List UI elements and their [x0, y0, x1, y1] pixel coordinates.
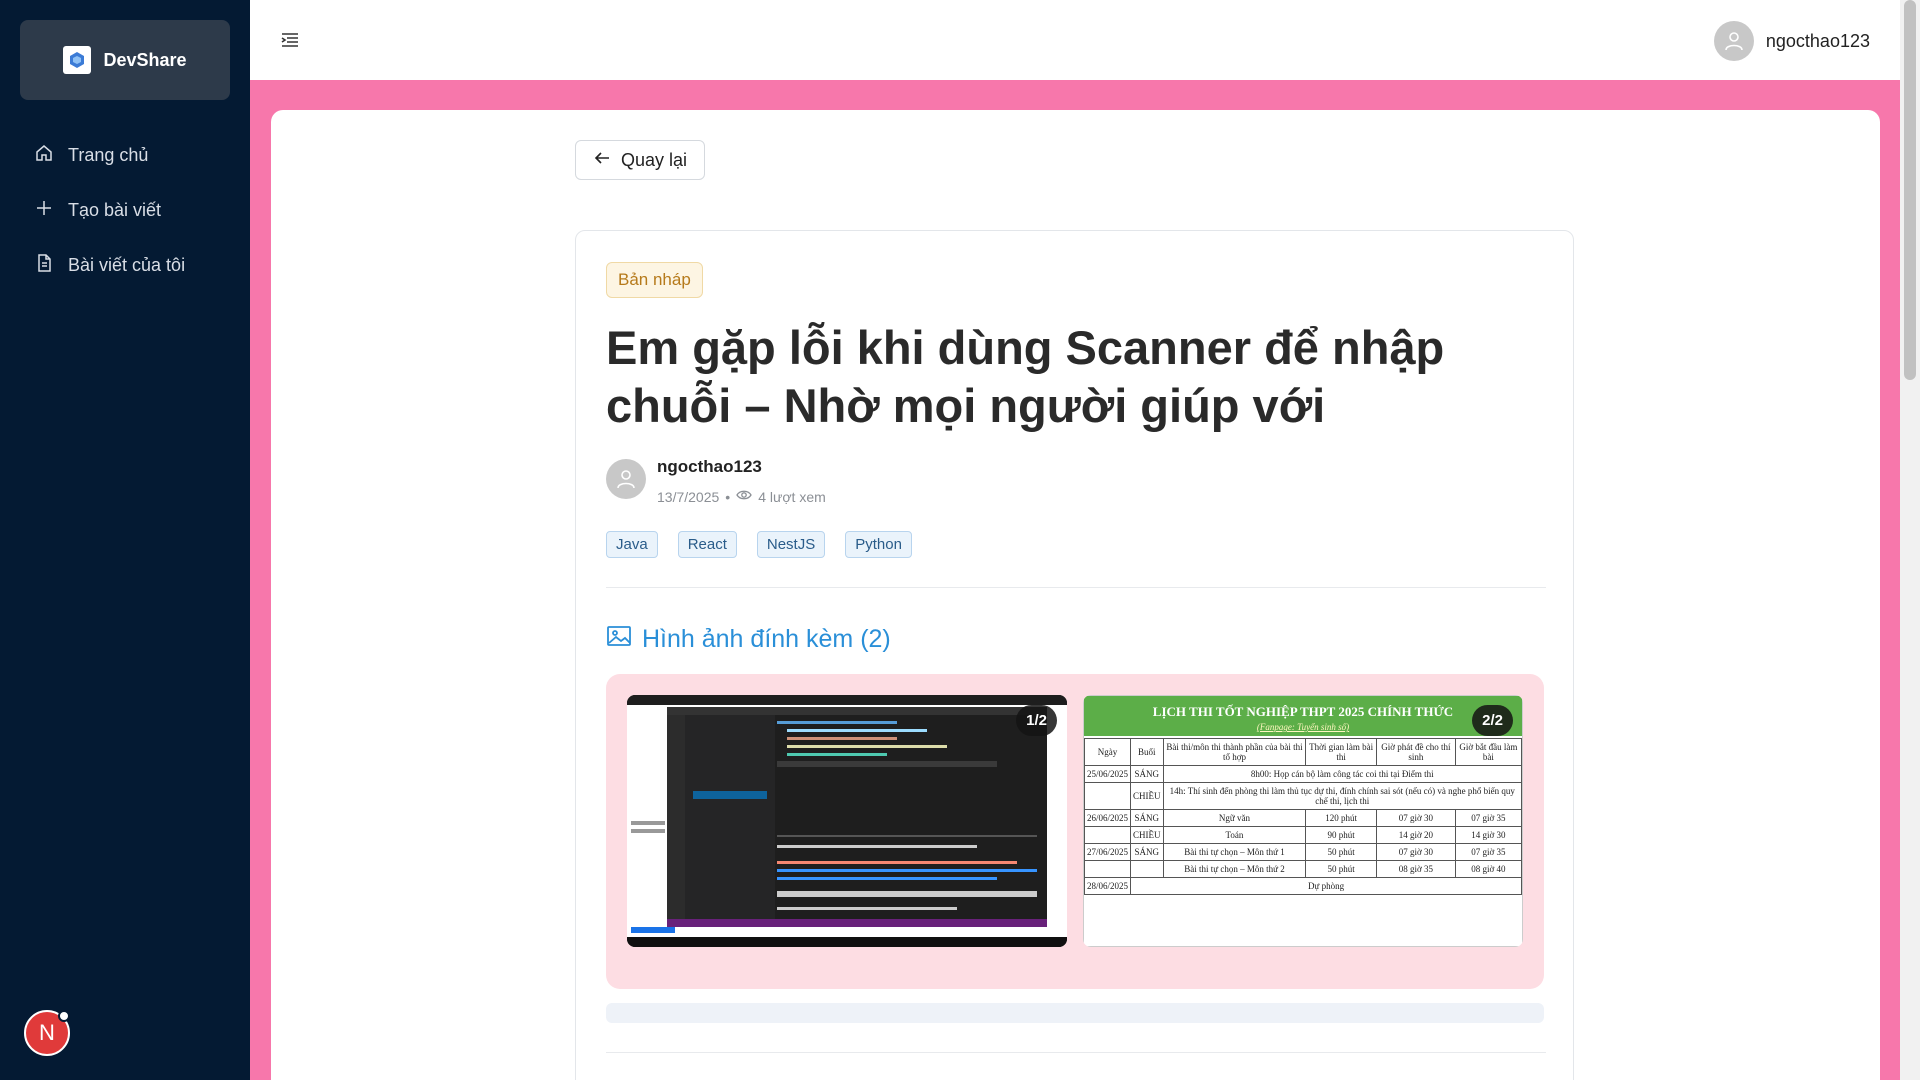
tag-react[interactable]: React — [677, 531, 737, 558]
sidebar-item-home[interactable]: Trang chủ — [0, 128, 250, 183]
status-badge: Bản nháp — [606, 262, 703, 298]
image-counter: 2/2 — [1472, 705, 1513, 736]
notification-dot — [58, 1010, 70, 1022]
tag-java[interactable]: Java — [606, 531, 658, 558]
post-meta: 13/7/2025 • 4 lượt xem — [657, 487, 826, 506]
header-user-menu[interactable]: ngocthao123 — [1713, 21, 1870, 61]
back-button[interactable]: Quay lại — [575, 140, 705, 180]
document-icon — [34, 253, 54, 278]
schedule-table: Ngày Buổi Bài thi/môn thi thành phần của… — [1083, 738, 1523, 895]
sidebar-item-create-post[interactable]: Tạo bài viết — [0, 183, 250, 238]
image-counter: 1/2 — [1016, 705, 1057, 736]
table-row: 27/06/2025 SÁNG Bài thi tự chọn – Môn th… — [1083, 843, 1523, 861]
brand-logo-link[interactable]: DevShare — [20, 20, 230, 100]
exam-schedule-image: LỊCH THI TỐT NGHIỆP THPT 2025 CHÍNH THỨC… — [1083, 695, 1523, 947]
back-button-label: Quay lại — [620, 149, 688, 170]
eye-icon — [736, 487, 752, 506]
user-avatar-button[interactable]: N — [24, 1010, 70, 1056]
home-icon — [34, 143, 54, 168]
sidebar-item-label: Trang chủ — [68, 145, 149, 165]
arrow-left-icon — [593, 149, 611, 172]
divider — [606, 587, 1546, 588]
table-row: Bài thi tự chọn – Môn thứ 2 50 phút 08 g… — [1083, 860, 1523, 878]
meta-separator: • — [725, 488, 731, 505]
avatar — [1713, 21, 1754, 61]
top-header: ngocthao123 — [250, 0, 1900, 80]
tag-nestjs[interactable]: NestJS — [756, 531, 826, 558]
sidebar-nav: Trang chủ Tạo bài viết Bài viết của tôi — [0, 128, 250, 293]
schedule-title: LỊCH THI TỐT NGHIỆP THPT 2025 CHÍNH THỨC… — [1084, 696, 1522, 736]
table-row: CHIỀU Toán 90 phút 14 giờ 20 14 giờ 30 — [1083, 826, 1523, 844]
table-row: CHIỀU 14h: Thí sinh đến phòng thi làm th… — [1083, 782, 1523, 810]
view-count: 4 lượt xem — [758, 488, 826, 505]
header-username: ngocthao123 — [1765, 30, 1870, 51]
schedule-subtitle: (Fanpage: Tuyển sinh số) — [1256, 722, 1350, 732]
image-icon — [606, 623, 632, 656]
content-placeholder-bar — [606, 1003, 1544, 1023]
table-row: 25/06/2025 SÁNG 8h00: Họp cán bộ làm côn… — [1083, 765, 1523, 783]
image-gallery: 1/2 LỊCH THI TỐT NGHIỆP THPT 2025 CHÍNH … — [606, 674, 1544, 989]
table-row: 26/06/2025 SÁNG Ngữ văn 120 phút 07 giờ … — [1083, 809, 1523, 827]
divider — [606, 1052, 1546, 1053]
table-row: Ngày Buổi Bài thi/môn thi thành phần của… — [1083, 738, 1523, 766]
attachments-heading: Hình ảnh đính kèm (2) — [606, 623, 891, 656]
sidebar-item-label: Bài viết của tôi — [68, 255, 186, 275]
menu-toggle-icon[interactable] — [280, 30, 300, 50]
sidebar: DevShare Trang chủ Tạo bài viết Bài viết… — [0, 0, 250, 1080]
tag-python[interactable]: Python — [845, 531, 912, 558]
attachments-heading-text: Hình ảnh đính kèm (2) — [642, 625, 891, 653]
attachment-image-1[interactable]: 1/2 — [627, 695, 1067, 947]
sidebar-item-my-posts[interactable]: Bài viết của tôi — [0, 238, 250, 293]
brand-logo-icon — [63, 46, 92, 74]
attachment-image-2[interactable]: LỊCH THI TỐT NGHIỆP THPT 2025 CHÍNH THỨC… — [1083, 695, 1523, 947]
tag-list: Java React NestJS Python — [606, 531, 912, 558]
post-date: 13/7/2025 — [657, 488, 720, 505]
sidebar-item-label: Tạo bài viết — [68, 200, 162, 220]
user-initial: N — [39, 1020, 55, 1045]
post-title: Em gặp lỗi khi dùng Scanner để nhập chuỗ… — [606, 321, 1445, 432]
plus-icon — [34, 198, 54, 223]
brand-name: DevShare — [103, 49, 187, 70]
table-row: 28/06/2025 Dự phòng — [1083, 877, 1522, 895]
page-scrollbar-thumb[interactable] — [1904, 0, 1916, 380]
author-name[interactable]: ngocthao123 — [657, 457, 762, 477]
author-avatar[interactable] — [606, 459, 646, 499]
post-card: Bản nháp Em gặp lỗi khi dùng Scanner để … — [575, 230, 1574, 1080]
code-editor-screenshot — [627, 695, 1067, 947]
